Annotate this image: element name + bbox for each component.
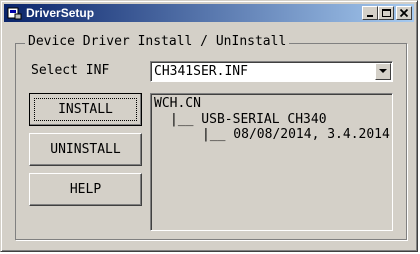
close-icon bbox=[399, 8, 409, 18]
help-button-label: HELP bbox=[69, 182, 102, 197]
device-text: |__ USB-SERIAL CH340 bbox=[170, 112, 327, 127]
usb-driver-app-icon bbox=[6, 5, 22, 21]
title-bar[interactable]: DriverSetup bbox=[4, 4, 414, 22]
minimize-button[interactable] bbox=[362, 6, 378, 20]
close-button[interactable] bbox=[396, 6, 412, 20]
vendor-text: WCH.CN bbox=[154, 96, 201, 111]
inf-dropdown-button[interactable] bbox=[375, 63, 391, 80]
chevron-down-icon bbox=[379, 69, 387, 73]
uninstall-button-label: UNINSTALL bbox=[50, 142, 121, 157]
minimize-icon bbox=[367, 15, 373, 17]
uninstall-button[interactable]: UNINSTALL bbox=[29, 133, 142, 166]
maximize-button[interactable] bbox=[378, 6, 394, 20]
group-title: Device Driver Install / UnInstall bbox=[25, 34, 290, 50]
help-button[interactable]: HELP bbox=[29, 173, 142, 206]
maximize-icon bbox=[382, 9, 391, 17]
driver-info-panel: WCH.CN |__ USB-SERIAL CH340 |__ 08/08/20… bbox=[150, 93, 393, 231]
inf-select-value: CH341SER.INF bbox=[154, 64, 248, 79]
install-button[interactable]: INSTALL bbox=[29, 93, 142, 126]
driver-setup-window: DriverSetup Device Driver Install / UnIn… bbox=[0, 0, 418, 252]
version-text: |__ 08/08/2014, 3.4.2014.08 bbox=[202, 127, 393, 142]
select-inf-label: Select INF bbox=[31, 63, 110, 78]
focus-rect bbox=[34, 98, 137, 121]
inf-select[interactable]: CH341SER.INF bbox=[150, 61, 393, 82]
window-title: DriverSetup bbox=[26, 6, 95, 20]
